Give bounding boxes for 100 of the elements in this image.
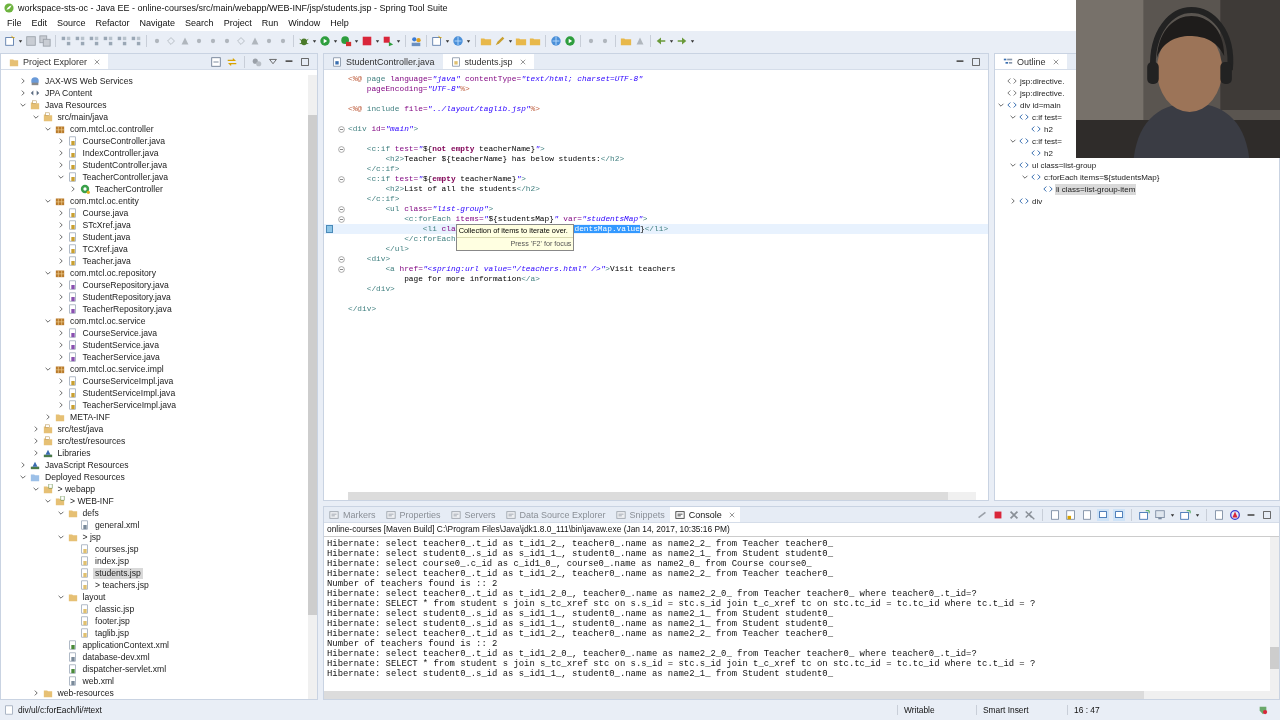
- lock-icon[interactable]: [1065, 508, 1077, 521]
- tree-item[interactable]: general.xml: [93, 519, 142, 531]
- tree-item[interactable]: com.mtcl.oc.entity: [68, 195, 141, 207]
- chevron-icon[interactable]: [997, 101, 1005, 109]
- grid-icon[interactable]: [60, 35, 72, 47]
- tree-item[interactable]: index.jsp: [93, 555, 131, 567]
- run-server-icon[interactable]: [340, 35, 352, 47]
- chevron-icon[interactable]: [56, 533, 65, 541]
- tree-item[interactable]: Course.java: [80, 207, 131, 219]
- pin-icon[interactable]: [1113, 508, 1125, 521]
- editor-tab[interactable]: students.jsp: [442, 54, 534, 69]
- bug-icon[interactable]: [298, 35, 310, 47]
- grid-icon[interactable]: [74, 35, 86, 47]
- menu-item[interactable]: File: [2, 18, 27, 28]
- menu-item[interactable]: Source: [52, 18, 91, 28]
- tree-item[interactable]: JavaScript Resources: [43, 459, 131, 471]
- tree-item[interactable]: > teachers.jsp: [93, 579, 151, 591]
- tree-item[interactable]: Teacher.java: [80, 255, 133, 267]
- menu-item[interactable]: Project: [218, 18, 257, 28]
- tree-item[interactable]: TeacherRepository.java: [80, 303, 174, 315]
- globe-icon[interactable]: [550, 35, 562, 47]
- tree-item[interactable]: courses.jsp: [93, 543, 141, 555]
- tree-item[interactable]: dispatcher-servlet.xml: [80, 663, 169, 675]
- fold-icon[interactable]: [337, 255, 345, 263]
- menu-item[interactable]: Window: [283, 18, 326, 28]
- tree-item[interactable]: TCXref.java: [80, 243, 130, 255]
- grid-icon[interactable]: [88, 35, 100, 47]
- editor-tab[interactable]: StudentController.java: [324, 54, 443, 69]
- fold-icon[interactable]: [337, 125, 345, 133]
- tree-item[interactable]: CourseServiceImpl.java: [80, 375, 176, 387]
- tree-item[interactable]: com.mtcl.oc.repository: [68, 267, 158, 279]
- tree-item[interactable]: Deployed Resources: [43, 471, 127, 483]
- menu-item[interactable]: Refactor: [90, 18, 135, 28]
- tree-item[interactable]: li class=list-group-item: [1055, 183, 1137, 195]
- tree-item[interactable]: > jsp: [80, 531, 103, 543]
- chevron-icon[interactable]: [44, 413, 52, 421]
- close-icon[interactable]: [728, 511, 735, 518]
- chevron-icon[interactable]: [44, 269, 52, 277]
- tree-item[interactable]: applicationContext.xml: [80, 639, 171, 651]
- scrollbar[interactable]: [308, 75, 317, 699]
- fold-icon[interactable]: [337, 215, 345, 223]
- chevron-icon[interactable]: [19, 473, 27, 481]
- grid-icon[interactable]: [116, 35, 128, 47]
- tree-item[interactable]: CourseService.java: [80, 327, 159, 339]
- chevron-icon[interactable]: [69, 185, 77, 193]
- tree-item[interactable]: Libraries: [55, 447, 93, 459]
- tree-item[interactable]: footer.jsp: [93, 615, 132, 627]
- menu-item[interactable]: Run: [256, 18, 284, 28]
- forward-arrow-icon[interactable]: [676, 35, 688, 47]
- tree-item[interactable]: src/test/java: [55, 423, 106, 435]
- tree-item[interactable]: div: [1031, 195, 1044, 207]
- new-file-icon[interactable]: [4, 35, 16, 47]
- chevron-icon[interactable]: [44, 317, 52, 325]
- chevron-icon[interactable]: [56, 509, 65, 517]
- tree-item[interactable]: c:if test=: [1031, 135, 1063, 147]
- chevron-icon[interactable]: [44, 497, 52, 505]
- document-icon[interactable]: [1213, 508, 1225, 521]
- run-icon[interactable]: [319, 35, 331, 47]
- fold-icon[interactable]: [337, 175, 345, 183]
- save-all-icon[interactable]: [39, 35, 51, 47]
- collapse-all-icon[interactable]: [210, 55, 222, 68]
- tree-item[interactable]: src/test/resources: [55, 435, 128, 447]
- tree-item[interactable]: c:forEach items=${studentsMap}: [1043, 171, 1161, 183]
- chevron-icon[interactable]: [44, 197, 52, 205]
- tree-item[interactable]: layout: [80, 591, 108, 603]
- chevron-icon[interactable]: [1009, 161, 1017, 169]
- tree-item[interactable]: > webapp: [55, 483, 97, 495]
- pin-icon[interactable]: [1097, 508, 1109, 521]
- tree-item[interactable]: ul class=list-group: [1031, 159, 1098, 171]
- view-tab[interactable]: Console: [669, 507, 740, 522]
- chevron-icon[interactable]: [19, 101, 27, 109]
- run-icon[interactable]: [564, 35, 576, 47]
- tree-item[interactable]: CourseRepository.java: [80, 279, 171, 291]
- document-icon[interactable]: [1081, 508, 1093, 521]
- document-icon[interactable]: [1049, 508, 1061, 521]
- menu-item[interactable]: Navigate: [134, 18, 181, 28]
- tree-item[interactable]: com.mtcl.oc.service.impl: [68, 363, 166, 375]
- grid-icon[interactable]: [102, 35, 114, 47]
- tree-item[interactable]: jsp:directive.: [1019, 87, 1066, 99]
- maximize-icon[interactable]: [970, 55, 982, 68]
- fold-icon[interactable]: [337, 145, 345, 153]
- flag-icon[interactable]: [382, 35, 394, 47]
- close-icon[interactable]: [94, 58, 101, 65]
- chevron-icon[interactable]: [31, 485, 40, 493]
- tree-item[interactable]: STcXref.java: [80, 219, 133, 231]
- tree-item[interactable]: jsp:directive.: [1019, 75, 1066, 87]
- tree-item[interactable]: StudentService.java: [80, 339, 161, 351]
- tree-item[interactable]: Java Resources: [43, 99, 109, 111]
- tree-item[interactable]: JAX-WS Web Services: [43, 75, 135, 87]
- maximize-icon[interactable]: [1261, 508, 1273, 521]
- fold-icon[interactable]: [337, 265, 345, 273]
- tree-item[interactable]: TeacherController: [93, 183, 165, 195]
- grid-icon[interactable]: [130, 35, 142, 47]
- globe-icon[interactable]: [452, 35, 464, 47]
- chevron-icon[interactable]: [19, 461, 27, 469]
- shield-icon[interactable]: [1258, 705, 1268, 715]
- tree-item[interactable]: TeacherService.java: [80, 351, 162, 363]
- tree-item[interactable]: div id=main: [1019, 99, 1062, 111]
- tree-item[interactable]: JPA Content: [43, 87, 95, 99]
- view-tab[interactable]: Outline: [995, 54, 1067, 69]
